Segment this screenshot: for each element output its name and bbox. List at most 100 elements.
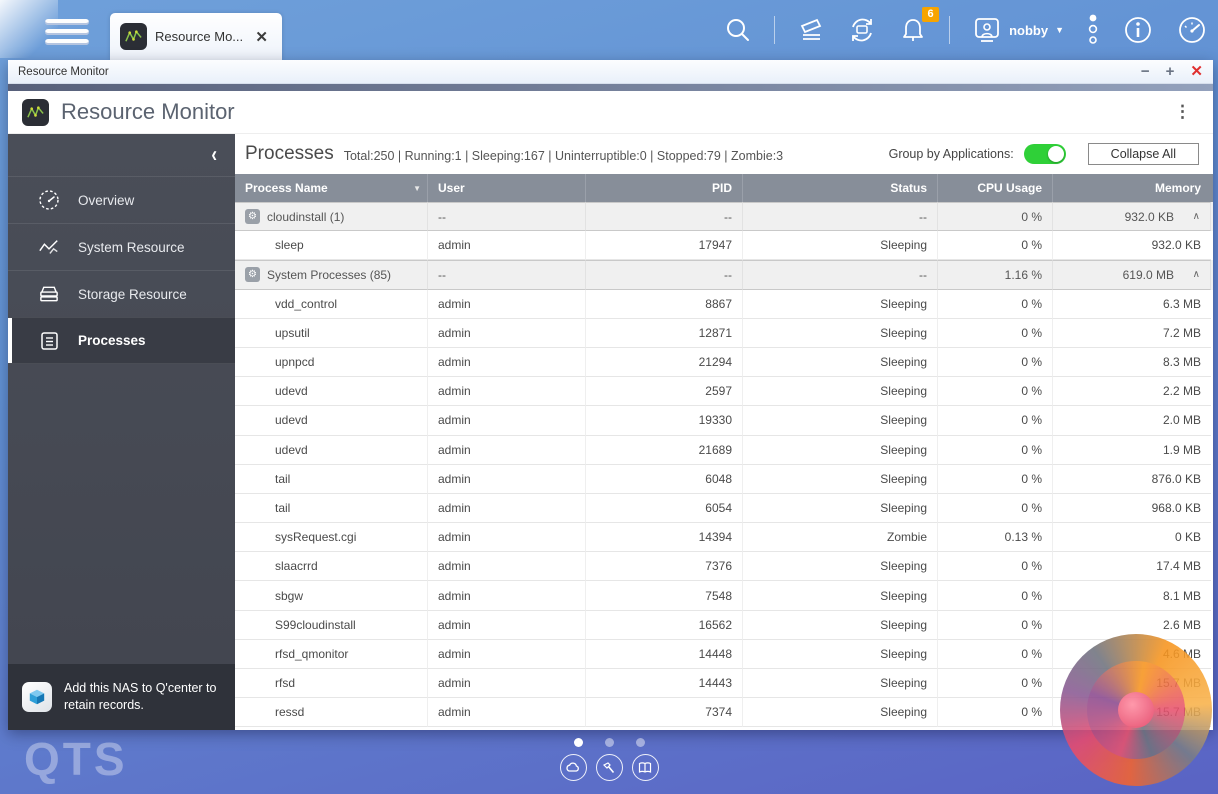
process-row[interactable]: sleepadmin17947Sleeping0 %932.0 KB	[235, 231, 1213, 260]
cell-cpu: 0 %	[938, 552, 1053, 581]
more-options-dots-icon[interactable]	[1086, 13, 1100, 47]
process-row[interactable]: slaacrrdadmin7376Sleeping0 %17.4 MB	[235, 552, 1213, 581]
group-name: cloudinstall (1)	[267, 210, 344, 224]
process-row[interactable]: rfsd_qmonitoradmin14448Sleeping0 %4.6 MB	[235, 640, 1213, 669]
search-icon[interactable]	[724, 16, 752, 44]
column-menu-caret-icon[interactable]: ▼	[413, 184, 421, 193]
column-header-status[interactable]: Status	[743, 174, 938, 202]
column-label: CPU Usage	[977, 181, 1042, 195]
column-header-cpu-usage[interactable]: CPU Usage	[938, 174, 1053, 202]
cell-user: --	[428, 202, 586, 231]
qcenter-cube-icon	[22, 682, 52, 712]
pulse-icon	[38, 236, 60, 258]
process-row[interactable]: upnpcdadmin21294Sleeping0 %8.3 MB	[235, 348, 1213, 377]
process-row[interactable]: tailadmin6048Sleeping0 %876.0 KB	[235, 465, 1213, 494]
column-header-pid[interactable]: PID	[586, 174, 743, 202]
sidebar-item-overview[interactable]: Overview	[8, 176, 235, 223]
info-icon[interactable]	[1122, 14, 1154, 46]
drive-icon	[38, 283, 60, 305]
process-row[interactable]: sysRequest.cgiadmin14394Zombie0.13 %0 KB	[235, 523, 1213, 552]
column-header-process-name[interactable]: Process Name▼	[235, 174, 428, 202]
cell-name: upnpcd	[235, 348, 428, 377]
cell-name: sysRequest.cgi	[235, 523, 428, 552]
group-collapse-icon[interactable]: ∧	[1174, 211, 1200, 222]
column-header-memory[interactable]: Memory	[1053, 174, 1211, 202]
process-name: slaacrrd	[275, 559, 318, 573]
cell-status: Sleeping	[743, 640, 938, 669]
cell-name: ⚙System Processes (85)	[235, 260, 428, 289]
cell-cpu: 0 %	[938, 669, 1053, 698]
taskbar-tab-resource-monitor[interactable]: Resource Mo... ✕	[110, 13, 282, 60]
cell-name: tail	[235, 465, 428, 494]
window-titlebar[interactable]: Resource Monitor − + ✕	[8, 60, 1213, 84]
collapse-all-button[interactable]: Collapse All	[1088, 143, 1199, 165]
desktop-page-dot-3[interactable]	[636, 738, 645, 747]
process-name: udevd	[275, 413, 308, 427]
cell-name: vdd_control	[235, 290, 428, 319]
cell-user: admin	[428, 698, 586, 727]
cell-pid: 17947	[586, 231, 743, 260]
process-row[interactable]: S99cloudinstalladmin16562Sleeping0 %2.6 …	[235, 611, 1213, 640]
cell-status: Sleeping	[743, 669, 938, 698]
sidebar-item-processes[interactable]: Processes	[8, 317, 235, 364]
group-collapse-icon[interactable]: ∧	[1174, 269, 1200, 280]
sidebar-item-system-resource[interactable]: System Resource	[8, 223, 235, 270]
process-row[interactable]: rfsdadmin14443Sleeping0 %15.7 MB	[235, 669, 1213, 698]
maximize-button[interactable]: +	[1166, 64, 1175, 79]
cell-cpu: 0 %	[938, 465, 1053, 494]
desktop-page-dot-1[interactable]	[574, 738, 583, 747]
desktop-page-dot-2[interactable]	[605, 738, 614, 747]
cell-cpu: 0 %	[938, 377, 1053, 406]
desktop-pager	[0, 738, 1218, 747]
cell-name: rfsd_qmonitor	[235, 640, 428, 669]
cell-memory: 0 KB	[1053, 523, 1211, 552]
cloud-icon[interactable]	[560, 754, 587, 781]
cell-user: admin	[428, 465, 586, 494]
process-row[interactable]: udevdadmin2597Sleeping0 %2.2 MB	[235, 377, 1213, 406]
main-menu-icon[interactable]	[45, 19, 89, 45]
process-row[interactable]: sbgwadmin7548Sleeping0 %8.1 MB	[235, 581, 1213, 610]
group-row[interactable]: ⚙System Processes (85)------1.16 %619.0 …	[235, 260, 1213, 289]
dashboard-gauge-icon[interactable]	[1176, 14, 1208, 46]
process-row[interactable]: udevdadmin21689Sleeping0 %1.9 MB	[235, 436, 1213, 465]
gauge-icon	[38, 189, 60, 211]
cell-name: tail	[235, 494, 428, 523]
column-header-user[interactable]: User	[428, 174, 586, 202]
process-row[interactable]: tailadmin6054Sleeping0 %968.0 KB	[235, 494, 1213, 523]
sidebar-collapse-icon[interactable]: ‹	[211, 142, 217, 168]
recent-apps-icon[interactable]	[797, 16, 825, 44]
cell-pid: 19330	[586, 406, 743, 435]
cell-user: admin	[428, 436, 586, 465]
taskbar-divider	[774, 16, 775, 44]
cell-memory: 876.0 KB	[1053, 465, 1211, 494]
cell-cpu: 0 %	[938, 611, 1053, 640]
cell-cpu: 0 %	[938, 494, 1053, 523]
column-label: PID	[712, 181, 732, 195]
cell-pid: 8867	[586, 290, 743, 319]
sidebar-item-storage-resource[interactable]: Storage Resource	[8, 270, 235, 317]
manual-icon[interactable]	[632, 754, 659, 781]
background-tasks-icon[interactable]	[847, 15, 877, 45]
process-name: ressd	[275, 705, 304, 719]
taskbar-divider	[949, 16, 950, 44]
minimize-button[interactable]: −	[1141, 64, 1150, 79]
cell-memory: 1.9 MB	[1053, 436, 1211, 465]
qcenter-notice[interactable]: Add this NAS to Q'center to retain recor…	[8, 664, 235, 730]
process-row[interactable]: udevdadmin19330Sleeping0 %2.0 MB	[235, 406, 1213, 435]
column-label: User	[438, 181, 465, 195]
tab-close-icon[interactable]: ✕	[251, 26, 272, 48]
group-row[interactable]: ⚙cloudinstall (1)------0 %932.0 KB∧	[235, 202, 1213, 231]
close-button[interactable]: ✕	[1190, 64, 1203, 79]
process-row[interactable]: ressdadmin7374Sleeping0 %15.7 MB	[235, 698, 1213, 727]
cell-cpu: 0 %	[938, 202, 1053, 231]
cell-name: ressd	[235, 698, 428, 727]
process-row[interactable]: upsutiladmin12871Sleeping0 %7.2 MB	[235, 319, 1213, 348]
group-by-toggle[interactable]	[1024, 144, 1066, 164]
notifications-bell-icon[interactable]: 6	[899, 16, 927, 44]
tools-icon[interactable]	[596, 754, 623, 781]
app-kebab-menu-icon[interactable]: ⋮	[1166, 102, 1199, 122]
cell-status: --	[743, 260, 938, 289]
user-menu[interactable]: nobby ▼	[972, 15, 1064, 45]
process-row[interactable]: vdd_controladmin8867Sleeping0 %6.3 MB	[235, 290, 1213, 319]
cell-status: Sleeping	[743, 319, 938, 348]
